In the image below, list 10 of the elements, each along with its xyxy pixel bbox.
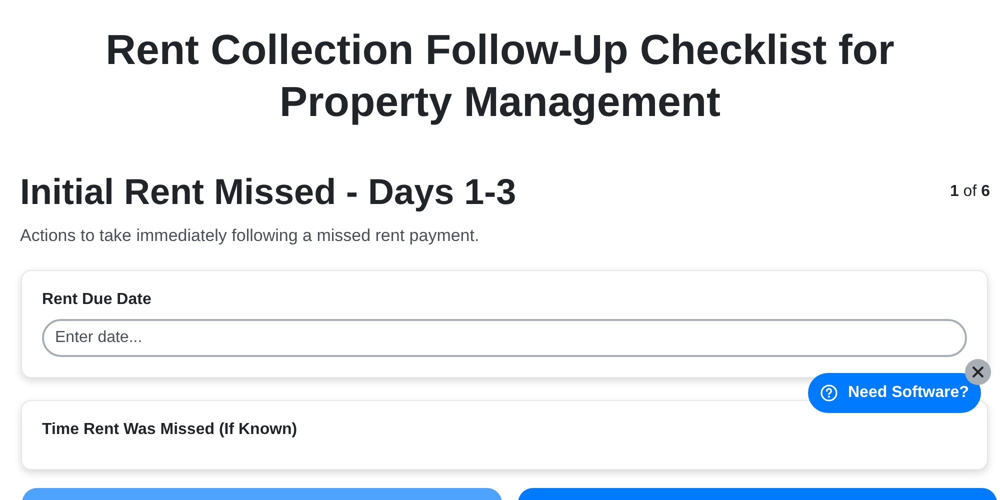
field-label: Time Rent Was Missed (If Known) (42, 421, 298, 439)
help-button[interactable]: Need Software? (808, 373, 981, 413)
field-label: Rent Due Date (42, 291, 152, 309)
close-icon (972, 366, 984, 378)
section-description: Actions to take immediately following a missed rent payment. (20, 226, 480, 246)
question-icon (820, 384, 838, 402)
page-title: Rent Collection Follow-Up Checklist for Property Management (104, 25, 896, 127)
section-heading: Initial Rent Missed - Days 1-3 (20, 170, 516, 214)
input-field[interactable]: Enter date... (42, 319, 967, 357)
step-counter: 1 of 6 (950, 183, 990, 201)
